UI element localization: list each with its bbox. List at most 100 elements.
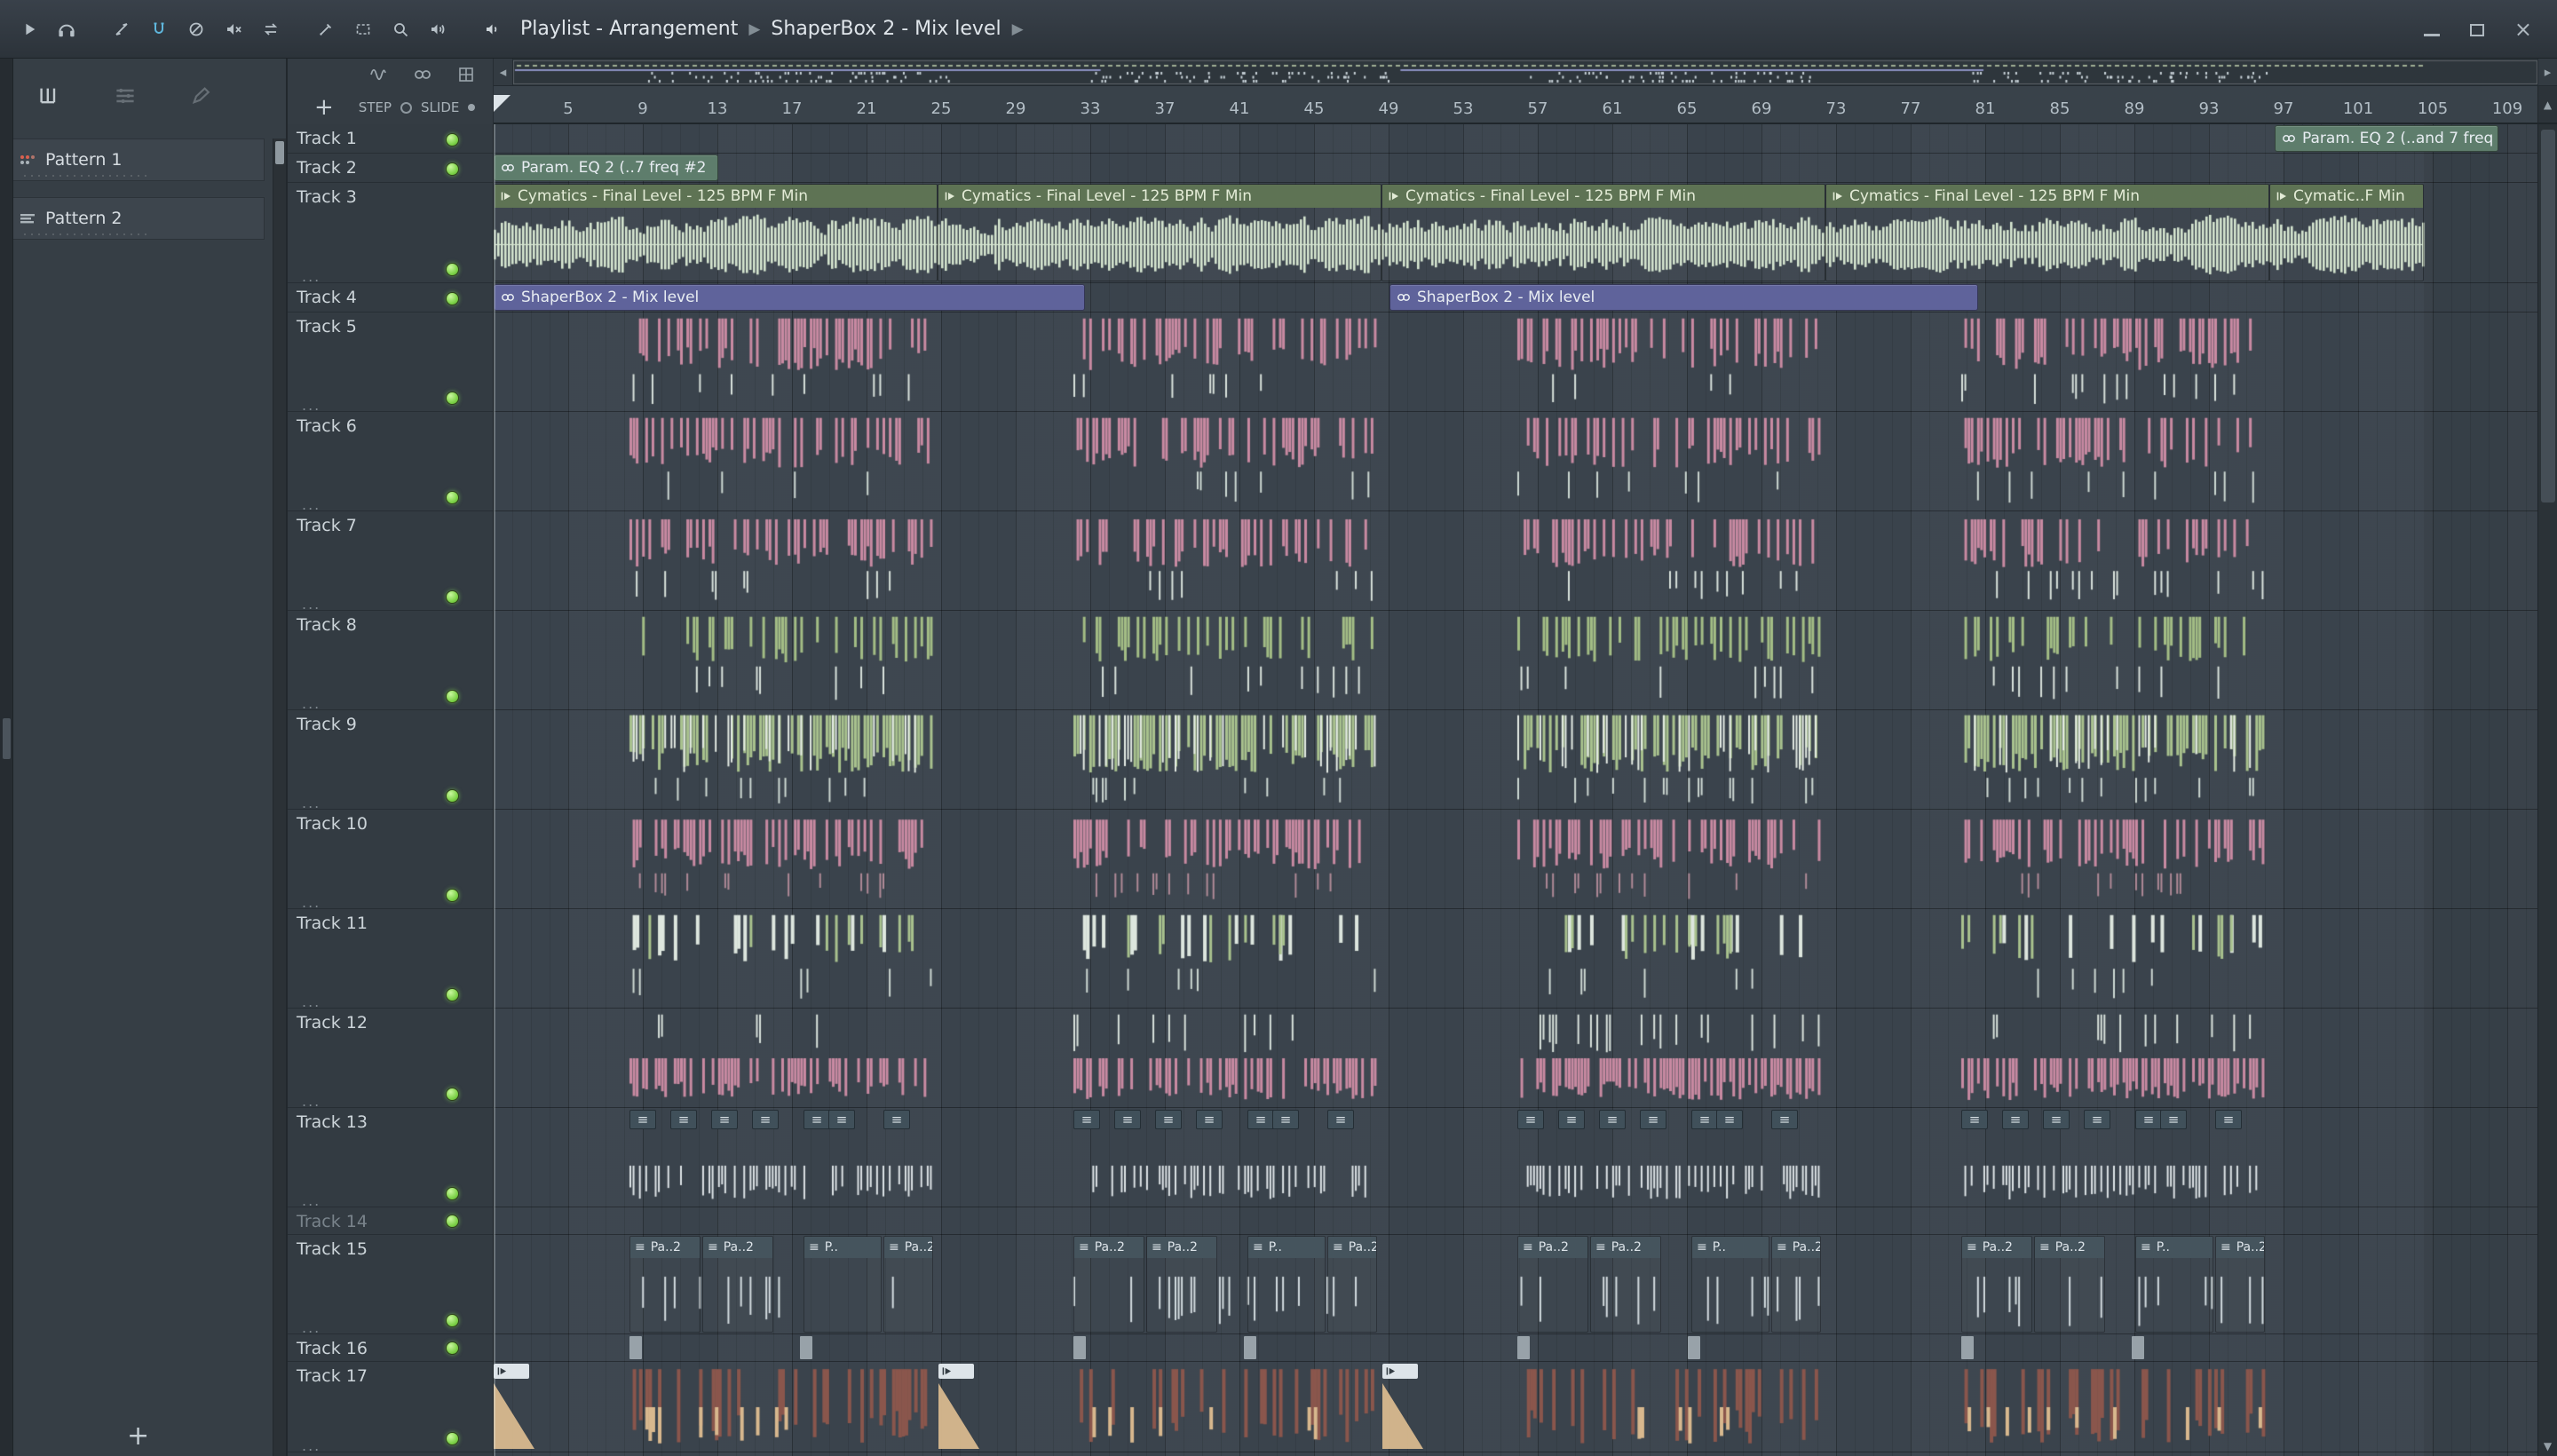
mute-icon[interactable] — [217, 12, 250, 46]
track-header-row[interactable]: Track 15... — [288, 1235, 493, 1336]
pattern-mini-clip[interactable]: ≡ — [1771, 1110, 1798, 1129]
pattern-clip[interactable]: ≡ Pa..2 — [629, 1236, 701, 1333]
pattern-mini-clip[interactable]: ≡ — [1247, 1110, 1274, 1129]
track-live-indicator[interactable] — [446, 988, 459, 1001]
audio-clip[interactable]: Cymatics - Final Level - 125 BPM F Min — [1381, 184, 1825, 281]
track-name[interactable]: Track 16 — [297, 1339, 368, 1358]
track-header-row[interactable]: Track 12... — [288, 1009, 493, 1110]
audio-clip[interactable]: Cymatics - Final Level - 125 BPM F Min — [494, 184, 938, 281]
vertical-scrollbar[interactable]: ▼ — [2537, 124, 2557, 1456]
track-live-indicator[interactable] — [446, 292, 459, 305]
track-name[interactable]: Track 8 — [297, 615, 357, 635]
step-toggle-icon[interactable] — [400, 101, 413, 114]
clip-lane[interactable] — [494, 154, 2537, 183]
pattern-clip[interactable]: ≡ Pa..2 — [1961, 1236, 2032, 1333]
add-pattern-button[interactable]: + — [127, 1420, 149, 1452]
sidebar-scroll-thumb[interactable] — [275, 141, 284, 164]
headphones-icon[interactable] — [50, 12, 83, 46]
scroll-up-icon[interactable]: ▲ — [2537, 86, 2557, 123]
audio-stab-clip[interactable] — [800, 1336, 812, 1359]
track-live-indicator[interactable] — [446, 133, 459, 146]
pattern-mini-clip[interactable]: ≡ — [2084, 1110, 2110, 1129]
pattern-mini-clip[interactable]: ≡ — [2160, 1110, 2187, 1129]
minimize-button[interactable] — [2423, 17, 2440, 42]
pattern-clip[interactable]: ≡ P.. — [804, 1236, 882, 1333]
pattern-clip[interactable]: ≡ Pa..2 — [1327, 1236, 1377, 1333]
breadcrumb-selection[interactable]: ShaperBox 2 - Mix level — [771, 18, 1001, 40]
audio-stab-clip[interactable] — [1517, 1336, 1530, 1359]
track-live-indicator[interactable] — [446, 1314, 459, 1327]
breadcrumb-section[interactable]: Playlist - Arrangement — [520, 18, 738, 40]
pattern-clip[interactable]: ≡ Pa..2 — [1590, 1236, 1661, 1333]
playhead-marker[interactable] — [494, 95, 511, 112]
track-live-indicator[interactable] — [446, 789, 459, 803]
track-header-row[interactable]: Track 17... — [288, 1362, 493, 1454]
clip-lane[interactable] — [494, 810, 2537, 909]
pencil-icon[interactable] — [191, 86, 212, 106]
pattern-grid-icon[interactable] — [38, 86, 59, 106]
track-header-row[interactable]: Track 9... — [288, 710, 493, 811]
track-header-row[interactable]: Track 6... — [288, 412, 493, 513]
tool-link-icon[interactable] — [414, 68, 431, 81]
controls-icon[interactable] — [115, 86, 136, 106]
pattern-mini-clip[interactable]: ≡ — [670, 1110, 697, 1129]
track-header-row[interactable]: Track 10... — [288, 810, 493, 911]
pattern-clip[interactable]: ≡ Pa..2 — [1771, 1236, 1821, 1333]
clip-lane[interactable] — [494, 1207, 2537, 1235]
clip-area[interactable]: Cymatics - Final Level - 125 BPM F Min Cy… — [494, 124, 2537, 1456]
maximize-button[interactable] — [2469, 17, 2484, 42]
pattern-item[interactable]: Pattern 2 — [13, 197, 265, 240]
pattern-clip[interactable]: ≡ P.. — [1691, 1236, 1769, 1333]
pattern-mini-clip[interactable]: ≡ — [629, 1110, 656, 1129]
pattern-clip[interactable]: ≡ Pa..2 — [2215, 1236, 2265, 1333]
pattern-mini-clip[interactable]: ≡ — [1599, 1110, 1626, 1129]
track-live-indicator[interactable] — [446, 690, 459, 703]
pattern-mini-clip[interactable]: ≡ — [883, 1110, 910, 1129]
audio-stab-clip[interactable] — [1073, 1336, 1086, 1359]
slip-tool-icon[interactable] — [105, 12, 139, 46]
play-icon[interactable] — [12, 12, 46, 46]
track-name[interactable]: Track 12 — [297, 1013, 368, 1033]
track-header-row[interactable]: Track 8... — [288, 611, 493, 712]
automation-clip[interactable]: Param. EQ 2 (..and 7 freq — [2275, 125, 2498, 152]
track-live-indicator[interactable] — [446, 590, 459, 604]
track-header-row[interactable]: Track 13... — [288, 1108, 493, 1209]
pattern-mini-clip[interactable]: ≡ — [804, 1110, 830, 1129]
pattern-mini-clip[interactable]: ≡ — [1114, 1110, 1141, 1129]
track-live-indicator[interactable] — [446, 392, 459, 405]
audio-clip[interactable]: Cymatics - Final Level - 125 BPM F Min — [1825, 184, 2269, 281]
track-header-row[interactable]: Track 2 — [288, 154, 493, 183]
track-header-row[interactable]: Track 7... — [288, 511, 493, 613]
track-live-indicator[interactable] — [446, 1432, 459, 1445]
automation-clip[interactable]: ShaperBox 2 - Mix level — [1389, 284, 1978, 311]
step-label[interactable]: STEP — [359, 99, 392, 115]
track-header-row[interactable]: Track 4 — [288, 283, 493, 313]
tool-grid-icon[interactable] — [458, 67, 474, 83]
track-name[interactable]: Track 7 — [297, 516, 357, 535]
tool-wave-icon[interactable] — [369, 67, 387, 83]
pattern-clip[interactable]: ≡ Pa..2 — [2034, 1236, 2105, 1333]
pattern-mini-clip[interactable]: ≡ — [1558, 1110, 1585, 1129]
pattern-clip[interactable]: ≡ Pa..2 — [883, 1236, 933, 1333]
clip-lane[interactable] — [494, 1362, 2537, 1452]
track-live-indicator[interactable] — [446, 1187, 459, 1200]
track-header-row[interactable]: Track 11... — [288, 909, 493, 1010]
pattern-clip[interactable]: ≡ Pa..2 — [1146, 1236, 1217, 1333]
zoom-icon[interactable] — [384, 12, 417, 46]
track-live-indicator[interactable] — [446, 263, 459, 276]
slide-toggle-icon[interactable] — [468, 104, 476, 111]
pattern-clip[interactable]: ≡ Pa..2 — [1073, 1236, 1144, 1333]
audio-clip[interactable]: Cymatic..F Min — [2269, 184, 2424, 281]
track-name[interactable]: Track 10 — [297, 814, 368, 834]
audio-stab-clip[interactable] — [1244, 1336, 1256, 1359]
pattern-clip[interactable]: ≡ Pa..2 — [1517, 1236, 1588, 1333]
swap-arrows-icon[interactable] — [254, 12, 288, 46]
pattern-clip[interactable]: ≡ P.. — [2135, 1236, 2213, 1333]
clip-lane[interactable] — [494, 909, 2537, 1009]
close-button[interactable]: × — [2514, 17, 2532, 42]
audio-clip-header[interactable] — [1382, 1364, 1418, 1379]
scroll-left-icon[interactable]: ◂ — [494, 59, 513, 85]
pattern-mini-clip[interactable]: ≡ — [2215, 1110, 2242, 1129]
pattern-mini-clip[interactable]: ≡ — [1716, 1110, 1743, 1129]
slide-label[interactable]: SLIDE — [421, 99, 459, 115]
